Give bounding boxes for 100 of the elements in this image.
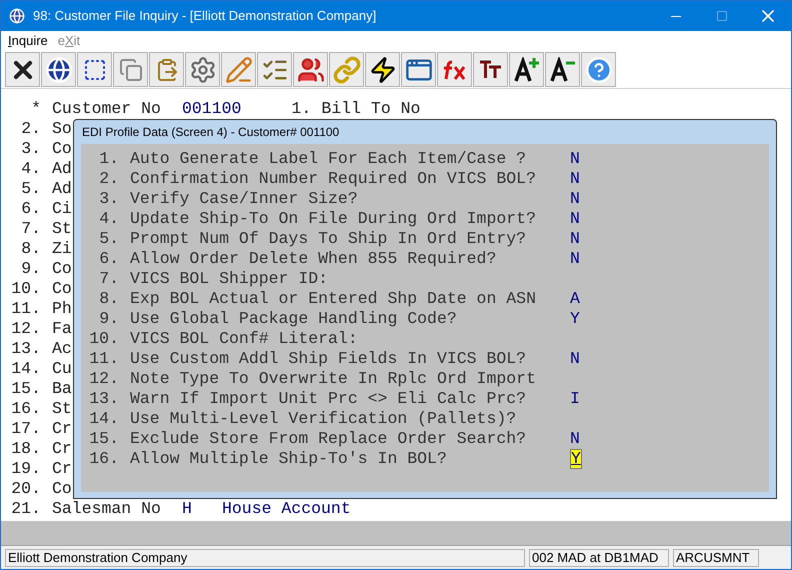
field-number: 5. [20, 179, 41, 199]
option-number: 3. [98, 189, 119, 209]
option-number: 14. [88, 409, 119, 429]
field-label: Ph [52, 299, 72, 319]
field-label: Co [52, 139, 72, 159]
option-number: 2. [98, 169, 119, 189]
field-number: 13. [10, 339, 41, 359]
field-number: 6. [20, 199, 41, 219]
field-number: 10. [10, 279, 41, 299]
field-number: 21. [10, 499, 41, 519]
font-decrease-icon [550, 56, 576, 82]
option-number: 11. [88, 349, 119, 369]
field-label: So [52, 119, 72, 139]
toolbar-button[interactable] [41, 52, 76, 87]
field-label: Co [52, 479, 72, 499]
option-number: 6. [98, 249, 119, 269]
toolbar-button[interactable] [365, 52, 400, 87]
menu-item[interactable]: Inquire [8, 31, 48, 51]
field-label: Ci [52, 199, 72, 219]
option-label: Verify Case/Inner Size? [130, 189, 359, 209]
option-label: Update Ship-To On File During Ord Import? [130, 209, 537, 229]
option-number: 5. [98, 229, 119, 249]
option-label: Use Custom Addl Ship Fields In VICS BOL? [130, 349, 528, 369]
field-label: Cr [52, 419, 72, 439]
field-label: Ac [52, 339, 72, 359]
option-label: Warn If Import Unit Prc <> Eli Calc Prc? [130, 389, 528, 409]
maximize-icon [716, 10, 728, 22]
toolbar-button[interactable] [509, 52, 544, 87]
option-number: 13. [88, 389, 119, 409]
field-label: Co [52, 279, 72, 299]
field-number: 16. [10, 399, 41, 419]
field-number: 15. [10, 379, 41, 399]
font-increase-icon [514, 56, 540, 82]
field-label: Cu [52, 359, 72, 379]
field-description: House Account [222, 499, 351, 519]
pencil-icon [224, 56, 252, 84]
option-label: Use Global Package Handling Code? [130, 309, 458, 329]
copy-icon [118, 58, 142, 82]
globe-icon [44, 56, 72, 84]
option-value: N [570, 189, 580, 209]
option-number: 16. [88, 449, 119, 469]
option-value: N [570, 209, 580, 229]
field-number: 18. [10, 439, 41, 459]
option-label: Exclude Store From Replace Order Search? [130, 429, 528, 449]
field-label: Ad [52, 179, 72, 199]
option-value: N [570, 349, 580, 369]
field-label: Ad [52, 159, 72, 179]
option-value: N [570, 249, 580, 269]
option-label: Allow Multiple Ship-To's In BOL? [130, 449, 448, 469]
option-number: 15. [88, 429, 119, 449]
option-label: Allow Order Delete When 855 Required? [130, 249, 498, 269]
users-icon [296, 56, 324, 84]
option-label: VICS BOL Conf# Literal: [130, 329, 359, 349]
field-number: 17. [10, 419, 41, 439]
status-company: Elliott Demonstration Company [5, 548, 525, 566]
field-number: 14. [10, 359, 41, 379]
field-number: 12. [10, 319, 41, 339]
field-number: 20. [10, 479, 41, 499]
toolbar-button[interactable] [5, 52, 40, 87]
field-label: Zi [52, 239, 72, 259]
status-database: 002 MAD at DB1MAD [529, 548, 669, 566]
field-label: Ba [52, 379, 72, 399]
option-value[interactable]: Y [570, 449, 582, 469]
field-label: Salesman No [52, 499, 161, 519]
option-label: Confirmation Number Required On VICS BOL? [130, 169, 537, 189]
field-label: Bill To No [321, 99, 420, 119]
field-label: St [52, 219, 72, 239]
dialog-title: EDI Profile Data (Screen 4) - Customer# 001100 [82, 124, 340, 141]
field-label: St [52, 399, 72, 419]
option-value: N [570, 429, 580, 449]
status-program: ARCUSMNT [673, 548, 759, 566]
field-number: 1. [291, 99, 312, 119]
option-value: N [570, 229, 580, 249]
lightning-icon [368, 56, 396, 84]
option-label: Exp BOL Actual or Entered Shp Date on ASN [130, 289, 537, 309]
option-number: 4. [98, 209, 119, 229]
toolbar-button[interactable] [473, 52, 508, 87]
option-number: 12. [88, 369, 119, 389]
option-label: Use Multi-Level Verification (Pallets)? [130, 409, 518, 429]
field-label: Cr [52, 459, 72, 479]
font-size-icon [478, 58, 502, 80]
option-number: 8. [98, 289, 119, 309]
field-number: 4. [20, 159, 41, 179]
option-label: Auto Generate Label For Each Item/Case ? [130, 149, 528, 169]
app-icon [9, 8, 25, 24]
option-value: I [570, 389, 580, 409]
field-number: 9. [20, 259, 41, 279]
option-value: Y [570, 309, 580, 329]
field-number: 2. [20, 119, 41, 139]
option-label: VICS BOL Shipper ID: [130, 269, 330, 289]
field-number: 11. [10, 299, 41, 319]
selection-icon [82, 58, 106, 82]
option-label: Prompt Num Of Days To Ship In Ord Entry? [130, 229, 528, 249]
field-value: H [182, 499, 192, 519]
field-number: 8. [20, 239, 41, 259]
option-number: 7. [98, 269, 119, 289]
field-label: Fa [52, 319, 72, 339]
option-value: A [570, 289, 580, 309]
toolbar-button[interactable] [77, 52, 112, 87]
toolbar-button[interactable] [545, 52, 580, 87]
